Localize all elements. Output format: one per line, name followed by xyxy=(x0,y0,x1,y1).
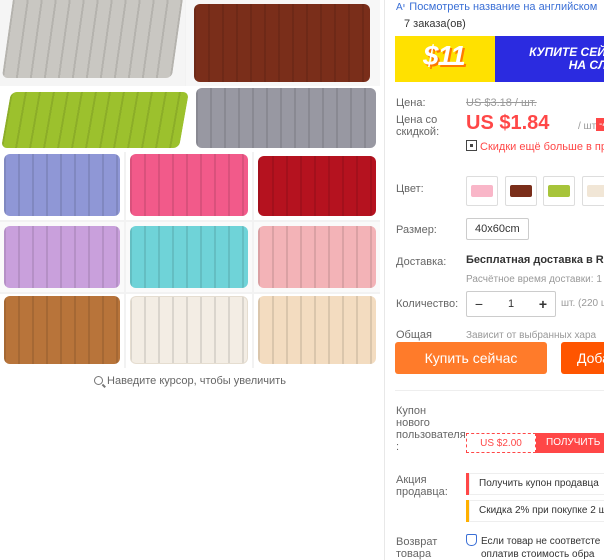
price-label: Цена: xyxy=(396,97,426,109)
magnifier-icon xyxy=(94,376,104,385)
return-label: Возврат товара xyxy=(396,536,438,560)
buy-now-button[interactable]: Купить сейчас xyxy=(395,342,547,374)
get-coupon-button[interactable]: ПОЛУЧИТЬ xyxy=(536,433,604,453)
price-unit: / шт. xyxy=(578,121,598,132)
orders-count: 7 заказа(ов) xyxy=(404,18,466,30)
size-option-40x60[interactable]: 40x60cm xyxy=(466,218,529,240)
gallery-thumb[interactable] xyxy=(0,294,124,368)
delivery-info[interactable]: Бесплатная доставка в Rus xyxy=(466,254,604,266)
mat-image-periwinkle xyxy=(4,154,120,216)
mat-image-caramel xyxy=(4,296,120,364)
color-swatch-cream[interactable] xyxy=(582,176,604,206)
mat-image-red xyxy=(258,156,376,216)
color-swatch-green[interactable] xyxy=(543,176,575,206)
stock-available: шт. (220 ш xyxy=(561,298,604,309)
swatch-fill xyxy=(510,185,532,197)
quantity-input[interactable]: 1 xyxy=(491,292,531,316)
translate-icon: Aי xyxy=(396,2,406,13)
banner-amount: $11 xyxy=(423,40,466,71)
zoom-hint: Наведите курсор, чтобы увеличить xyxy=(0,368,380,394)
bulk-discount-text: Скидки ещё больше в при xyxy=(480,141,604,153)
delivery-label: Доставка: xyxy=(396,256,447,268)
mat-image-rose xyxy=(258,226,376,288)
gallery-thumb[interactable] xyxy=(126,222,252,292)
mat-image-brown xyxy=(194,4,370,82)
quantity-label: Количество: xyxy=(396,298,459,310)
qr-code-icon xyxy=(466,140,477,151)
translate-title-text: Посмотреть название на английском xyxy=(409,1,598,13)
gallery-thumb[interactable] xyxy=(0,152,124,220)
add-to-cart-button[interactable]: Доба xyxy=(561,342,604,374)
discount-price-label: Цена со скидкой: xyxy=(396,114,440,138)
gallery-thumb[interactable] xyxy=(186,0,380,86)
new-user-coupon-label: Купон нового пользователя : xyxy=(396,405,466,453)
translate-title-link[interactable]: Aי Посмотреть название на английском xyxy=(396,0,597,15)
gallery-thumb[interactable] xyxy=(0,86,190,152)
color-swatch-brown[interactable] xyxy=(505,176,537,206)
seller-promo-label: Акция продавца: xyxy=(396,474,448,498)
gallery-thumb[interactable] xyxy=(254,294,380,368)
return-line-2: оплатив стоимость обра xyxy=(481,549,595,560)
discount-price: US $1.84 xyxy=(466,112,550,134)
quantity-increase-button[interactable]: + xyxy=(531,292,555,316)
swatch-fill xyxy=(548,185,570,197)
mat-image-beige xyxy=(258,296,376,364)
old-price: US $3.18 / шт. xyxy=(466,97,537,109)
shield-icon xyxy=(466,534,477,546)
bulk-discount-promo: Скидка 2% при покупке 2 ш xyxy=(466,500,604,522)
total-value: Зависит от выбранных хара xyxy=(466,330,597,341)
coupon-amount: US $2.00 xyxy=(466,433,536,453)
swatch-fill xyxy=(587,185,604,197)
zoom-hint-text: Наведите курсор, чтобы увеличить xyxy=(107,375,286,387)
banner-text: КУПИТЕ СЕЙЧА НА СЛЕД xyxy=(503,46,604,72)
mat-image-lightgrey xyxy=(196,88,376,148)
size-label: Размер: xyxy=(396,224,437,236)
gallery-thumb[interactable] xyxy=(254,152,380,220)
gallery-thumb[interactable] xyxy=(0,0,185,86)
product-image-gallery[interactable] xyxy=(0,0,380,368)
gallery-thumb[interactable] xyxy=(254,222,380,292)
quantity-stepper: − 1 + xyxy=(466,291,556,317)
quantity-decrease-button[interactable]: − xyxy=(467,292,491,316)
mat-image-pink xyxy=(130,154,248,216)
product-info-panel: Aי Посмотреть название на английском 7 за… xyxy=(385,0,604,560)
return-line-1: Если товар не соответсте xyxy=(481,536,601,547)
gallery-thumb[interactable] xyxy=(0,222,124,292)
mat-image-turquoise xyxy=(130,226,248,288)
color-swatch-pink[interactable] xyxy=(466,176,498,206)
mat-image-lilac xyxy=(4,226,120,288)
color-label: Цвет: xyxy=(396,183,424,195)
divider xyxy=(395,390,604,391)
gallery-thumb[interactable] xyxy=(126,294,252,368)
bulk-discount-link[interactable]: Скидки ещё больше в при xyxy=(466,140,604,153)
discount-badge: -42% xyxy=(596,118,604,131)
banner-line-2: НА СЛЕД xyxy=(568,58,604,72)
get-seller-coupon[interactable]: Получить купон продавца xyxy=(466,473,604,495)
mat-image-cream xyxy=(130,296,248,364)
return-policy: Если товар не соответсте оплатив стоимос… xyxy=(466,534,600,560)
gallery-thumb[interactable] xyxy=(126,152,252,220)
mat-image-grey xyxy=(1,0,185,78)
mat-image-green xyxy=(1,92,189,148)
swatch-fill xyxy=(471,185,493,197)
gallery-thumb[interactable] xyxy=(190,86,380,152)
delivery-estimate: Расчётное время доставки: 1 xyxy=(466,274,602,285)
promo-banner[interactable]: $11 КУПИТЕ СЕЙЧА НА СЛЕД xyxy=(395,36,604,82)
